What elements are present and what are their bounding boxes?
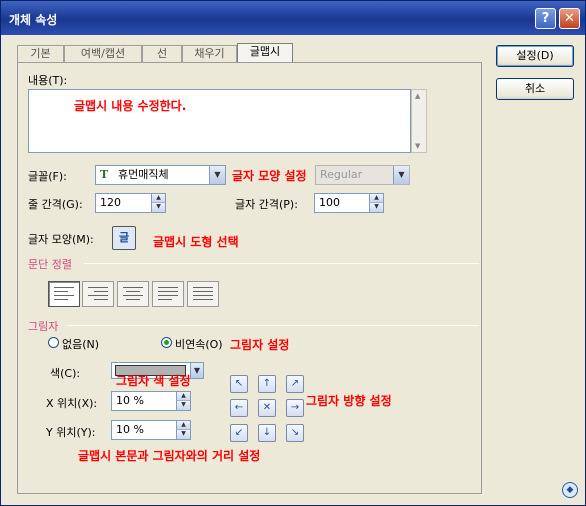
font-value: 휴먼매직체 (118, 168, 169, 181)
char-spacing-spinner[interactable]: 100 ▲ ▼ (314, 193, 384, 213)
scroll-up-icon[interactable]: ▲ (415, 92, 420, 100)
spin-up-icon[interactable]: ▲ (151, 194, 165, 203)
object-properties-dialog: 개체 속성 ? ✕ 기본 여백/캡션 선 채우기 글맵시 설정(D) 취소 내용… (0, 0, 586, 506)
shadow-color-label: 색(C): (50, 367, 81, 380)
shadow-none-radio[interactable] (48, 337, 59, 348)
shadow-dir-s-icon[interactable]: ↓ (258, 424, 276, 442)
tab-basic[interactable]: 기본 (17, 45, 64, 62)
line-spacing-spinner[interactable]: 120 ▲ ▼ (95, 193, 166, 213)
shadow-x-spinner[interactable]: 10 % ▲ ▼ (111, 391, 191, 411)
textart-shape-button[interactable]: 글 (112, 226, 136, 250)
shadow-divider (68, 325, 479, 326)
shadow-dir-n-icon[interactable]: ↑ (258, 375, 276, 393)
shadow-none-label: 없음(N) (62, 338, 100, 351)
shadow-y-value: 10 % (116, 423, 144, 436)
shadow-dir-nw-icon[interactable]: ↖ (230, 375, 248, 393)
chevron-down-icon[interactable]: ▼ (209, 166, 225, 184)
font-select[interactable]: T 휴먼매직체 ▼ (95, 165, 226, 185)
line-spacing-label: 줄 간격(G): (28, 198, 83, 211)
shadow-title: 그림자 (28, 320, 59, 333)
font-style-select: Regular ▼ (315, 165, 410, 185)
spin-down-icon[interactable]: ▼ (176, 401, 190, 410)
shadow-x-value: 10 % (116, 394, 144, 407)
annotation-font: 글자 모양 설정 (232, 169, 307, 183)
annotation-shape: 글맵시 도형 선택 (153, 235, 239, 249)
title-bar: 개체 속성 ? ✕ (1, 1, 585, 35)
textart-shape-icon: 글 (118, 231, 130, 244)
font-style-value: Regular (320, 168, 363, 181)
spin-up-icon[interactable]: ▲ (176, 421, 190, 430)
align-justify-button[interactable] (152, 281, 184, 307)
align-left-button[interactable] (48, 281, 80, 307)
shadow-dir-ne-icon[interactable]: ↗ (286, 375, 304, 393)
line-spacing-value: 120 (100, 196, 121, 209)
char-spacing-label: 글자 간격(P): (235, 198, 298, 211)
ok-button[interactable]: 설정(D) (496, 45, 574, 67)
tab-line[interactable]: 선 (142, 45, 182, 62)
spin-up-icon[interactable]: ▲ (176, 392, 190, 401)
tab-margin-caption[interactable]: 여백/캡션 (64, 45, 142, 62)
dialog-title: 개체 속성 (9, 13, 58, 27)
annotation-direction: 그림자 방향 설정 (306, 394, 392, 408)
scroll-down-icon[interactable]: ▼ (415, 142, 420, 150)
spin-down-icon[interactable]: ▼ (369, 203, 383, 212)
align-distribute-button[interactable] (187, 281, 219, 307)
font-label: 글꼴(F): (28, 170, 67, 183)
content-scrollbar[interactable]: ▲ ▼ (411, 89, 427, 153)
content-label: 내용(T): (28, 74, 68, 87)
annotation-shadow: 그림자 설정 (230, 338, 290, 352)
spin-down-icon[interactable]: ▼ (151, 203, 165, 212)
tab-textart[interactable]: 글맵시 (237, 43, 293, 63)
shadow-dir-e-icon[interactable]: → (286, 399, 304, 417)
close-button[interactable]: ✕ (559, 8, 580, 29)
align-center-button[interactable] (117, 281, 149, 307)
help-button[interactable]: ? (535, 8, 556, 29)
shadow-dir-w-icon[interactable]: ← (230, 399, 248, 417)
tab-fill[interactable]: 채우기 (182, 45, 237, 62)
char-spacing-value: 100 (319, 196, 340, 209)
shadow-dir-center-icon[interactable]: ✕ (258, 399, 276, 417)
align-right-button[interactable] (82, 281, 114, 307)
paragraph-divider (84, 263, 479, 264)
annotation-shadow-color: 그림자 색 설정 (116, 374, 191, 388)
shadow-discontinuous-label: 비연속(O) (175, 338, 223, 351)
shadow-y-spinner[interactable]: 10 % ▲ ▼ (111, 420, 191, 440)
annotation-distance: 글맵시 본문과 그림자와의 거리 설정 (78, 449, 261, 463)
shadow-y-label: Y 위치(Y): (46, 426, 96, 439)
chevron-down-icon[interactable]: ▼ (190, 363, 203, 378)
shadow-dir-sw-icon[interactable]: ↙ (230, 424, 248, 442)
shadow-x-label: X 위치(X): (46, 397, 98, 410)
cancel-button[interactable]: 취소 (496, 78, 574, 100)
paragraph-align-title: 문단 정렬 (28, 258, 72, 271)
shadow-dir-se-icon[interactable]: ↘ (286, 424, 304, 442)
chevron-down-icon: ▼ (393, 166, 409, 184)
truetype-icon: T (100, 168, 109, 181)
textart-panel: 내용(T): ▲ ▼ 글맵시 내용 수정한다. 글꼴(F): T 휴먼매직체 ▼… (17, 62, 482, 494)
expand-icon[interactable]: ◆ (562, 482, 578, 498)
annotation-content: 글맵시 내용 수정한다. (74, 99, 187, 113)
spin-down-icon[interactable]: ▼ (176, 430, 190, 439)
spin-up-icon[interactable]: ▲ (369, 194, 383, 203)
shadow-discontinuous-radio[interactable] (161, 337, 172, 348)
char-shape-label: 글자 모양(M): (28, 233, 94, 246)
